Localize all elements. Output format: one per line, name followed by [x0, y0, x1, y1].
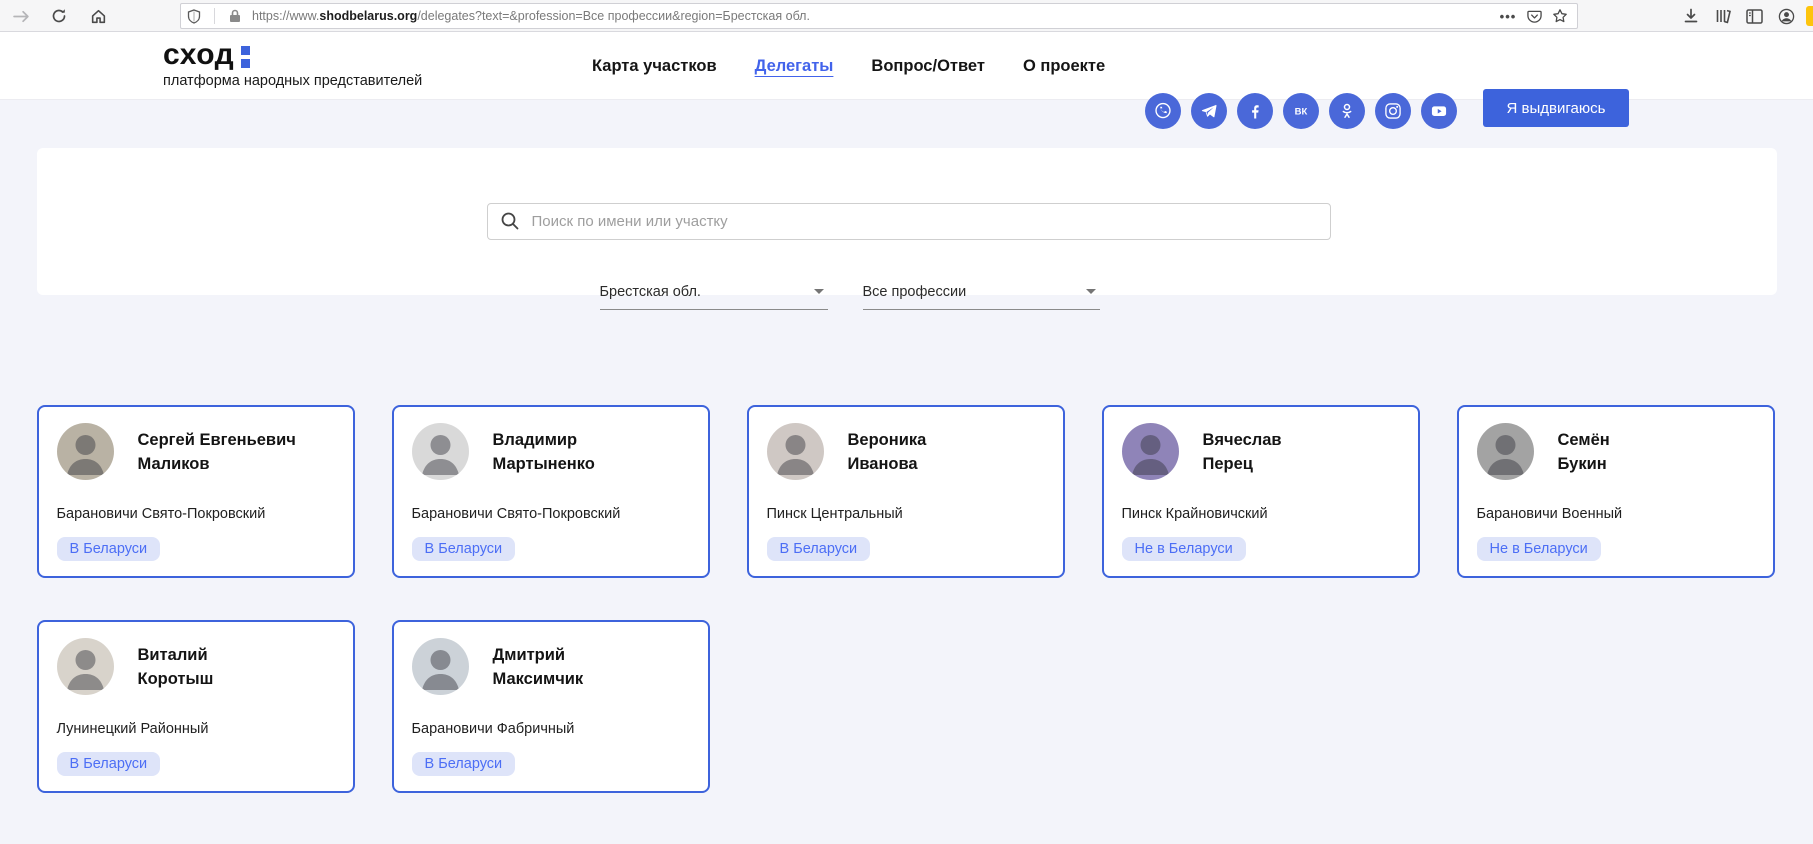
main-nav: Карта участков Делегаты Вопрос/Ответ О п…	[592, 32, 1105, 100]
status-badge: В Беларуси	[57, 537, 161, 561]
youtube-icon[interactable]	[1421, 93, 1457, 129]
extension-partial-icon[interactable]	[1806, 6, 1813, 26]
delegate-card[interactable]: Сергей ЕвгеньевичМаликов Барановичи Свят…	[37, 405, 355, 578]
nav-item-delegates[interactable]: Делегаты	[755, 57, 834, 76]
logo-subtitle: платформа народных представителей	[163, 73, 422, 89]
browser-toolbar: https://www.shodbelarus.org/delegates?te…	[0, 0, 1813, 32]
site-header: сход платформа народных представителей К…	[0, 32, 1813, 100]
url-text: https://www.shodbelarus.org/delegates?te…	[252, 9, 1495, 23]
urlbar-separator	[214, 8, 215, 24]
nav-item-qa[interactable]: Вопрос/Ответ	[871, 57, 985, 76]
delegate-name: Сергей ЕвгеньевичМаликов	[138, 428, 296, 476]
facebook-icon[interactable]	[1237, 93, 1273, 129]
nominate-button[interactable]: Я выдвигаюсь	[1483, 89, 1629, 127]
tracking-protection-shield-icon[interactable]	[181, 4, 207, 28]
search-input[interactable]	[487, 203, 1331, 240]
account-icon[interactable]	[1771, 0, 1801, 32]
telegram-icon[interactable]	[1191, 93, 1227, 129]
url-prefix: https://www.	[252, 9, 319, 23]
delegate-name: ВладимирМартыненко	[493, 428, 595, 476]
viber-icon[interactable]	[1145, 93, 1181, 129]
status-badge: Не в Беларуси	[1122, 537, 1246, 561]
delegate-card[interactable]: ВладимирМартыненко Барановичи Свято-Покр…	[392, 405, 710, 578]
status-badge: Не в Беларуси	[1477, 537, 1601, 561]
delegate-name: ВиталийКоротыш	[138, 643, 214, 691]
url-bar[interactable]: https://www.shodbelarus.org/delegates?te…	[180, 3, 1578, 29]
library-icon[interactable]	[1708, 0, 1738, 32]
avatar	[1477, 423, 1534, 480]
logo-title: сход	[163, 40, 234, 70]
reload-icon[interactable]	[44, 0, 74, 32]
search-icon	[500, 211, 520, 236]
sidebar-icon[interactable]	[1739, 0, 1769, 32]
delegate-district: Пинск Центральный	[767, 506, 1045, 522]
delegate-name: ВероникаИванова	[848, 428, 927, 476]
avatar	[412, 638, 469, 695]
pocket-icon[interactable]	[1521, 4, 1547, 28]
delegate-district: Барановичи Военный	[1477, 506, 1755, 522]
profession-select[interactable]: Все профессии	[863, 278, 1100, 310]
chevron-down-icon	[814, 289, 824, 294]
delegate-card[interactable]: ВячеславПерец Пинск Крайновичский Не в Б…	[1102, 405, 1420, 578]
delegate-name: ДмитрийМаксимчик	[493, 643, 584, 691]
bookmark-star-icon[interactable]	[1547, 4, 1573, 28]
url-path: /delegates?text=&profession=Все професси…	[417, 9, 810, 23]
nav-item-map[interactable]: Карта участков	[592, 57, 717, 76]
delegate-district: Лунинецкий Районный	[57, 721, 335, 737]
delegate-district: Барановичи Свято-Покровский	[57, 506, 335, 522]
download-icon[interactable]	[1676, 0, 1706, 32]
logo-colon-icon	[241, 46, 250, 68]
chevron-down-icon	[1086, 289, 1096, 294]
delegates-grid: Сергей ЕвгеньевичМаликов Барановичи Свят…	[37, 405, 1777, 793]
region-select[interactable]: Брестская обл.	[600, 278, 828, 310]
profession-select-value: Все профессии	[863, 284, 967, 300]
svg-text:ВК: ВК	[1295, 107, 1308, 118]
region-select-value: Брестская обл.	[600, 284, 701, 300]
instagram-icon[interactable]	[1375, 93, 1411, 129]
url-domain: shodbelarus.org	[319, 9, 417, 23]
nav-item-about[interactable]: О проекте	[1023, 57, 1105, 76]
avatar	[57, 638, 114, 695]
delegate-card[interactable]: ВиталийКоротыш Лунинецкий Районный В Бел…	[37, 620, 355, 793]
delegate-district: Пинск Крайновичский	[1122, 506, 1400, 522]
status-badge: В Беларуси	[412, 537, 516, 561]
filter-panel: Брестская обл. Все профессии	[37, 148, 1777, 295]
home-icon[interactable]	[83, 0, 113, 32]
vk-icon[interactable]: ВК	[1283, 93, 1319, 129]
delegate-name: СемёнБукин	[1558, 428, 1610, 476]
status-badge: В Беларуси	[767, 537, 871, 561]
delegate-name: ВячеславПерец	[1203, 428, 1282, 476]
status-badge: В Беларуси	[412, 752, 516, 776]
odnoklassniki-icon[interactable]	[1329, 93, 1365, 129]
delegate-card[interactable]: ВероникаИванова Пинск Центральный В Бела…	[747, 405, 1065, 578]
site-logo[interactable]: сход платформа народных представителей	[163, 40, 422, 89]
avatar	[412, 423, 469, 480]
delegate-card[interactable]: ДмитрийМаксимчик Барановичи Фабричный В …	[392, 620, 710, 793]
more-options-icon[interactable]: •••	[1495, 4, 1521, 28]
avatar	[767, 423, 824, 480]
social-links: ВК	[1145, 93, 1457, 129]
delegate-card[interactable]: СемёнБукин Барановичи Военный Не в Белар…	[1457, 405, 1775, 578]
delegate-district: Барановичи Фабричный	[412, 721, 690, 737]
avatar	[57, 423, 114, 480]
forward-icon[interactable]	[6, 0, 36, 32]
page-content: Брестская обл. Все профессии Сергей Евге…	[0, 100, 1813, 844]
status-badge: В Беларуси	[57, 752, 161, 776]
delegate-district: Барановичи Свято-Покровский	[412, 506, 690, 522]
avatar	[1122, 423, 1179, 480]
lock-icon[interactable]	[222, 4, 248, 28]
